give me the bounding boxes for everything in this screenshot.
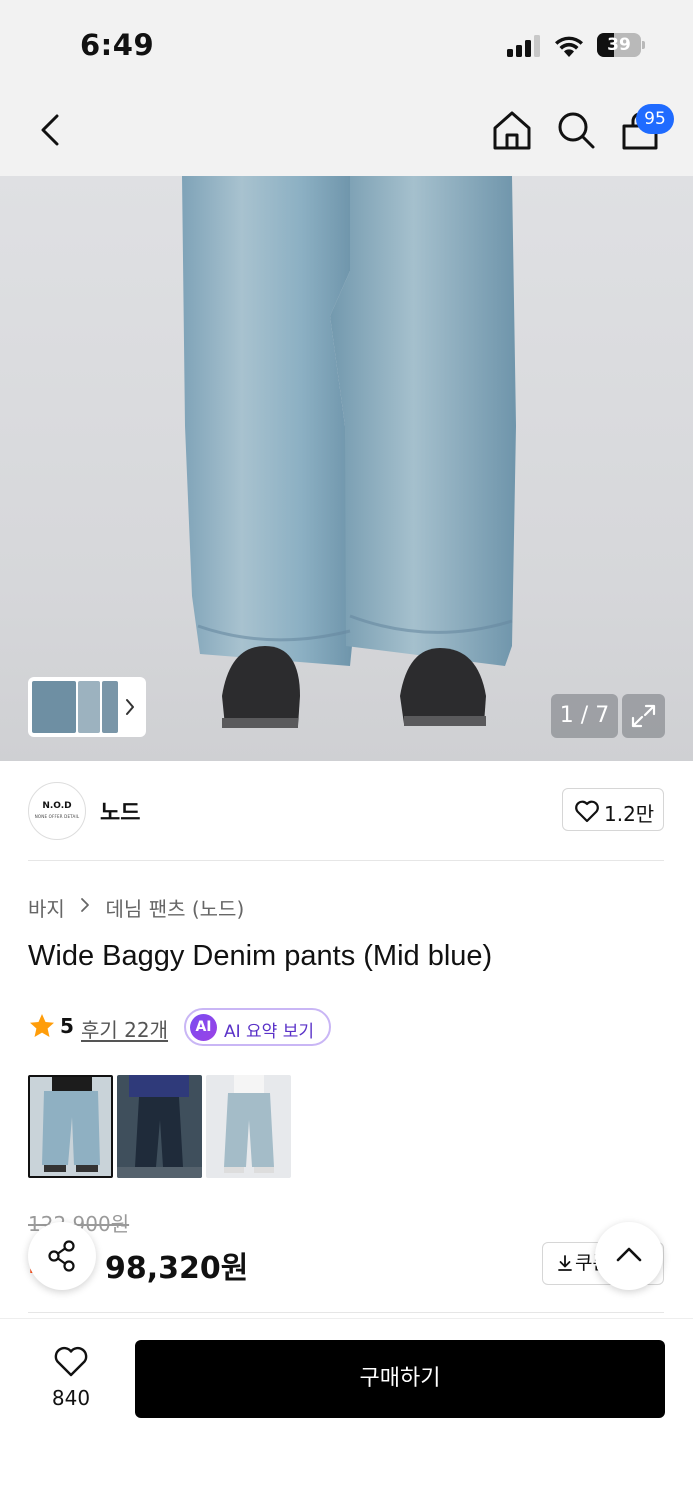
image-counter: 1 / 7 [551,694,618,738]
cart-count-badge: 95 [636,104,674,134]
buy-button[interactable]: 구매하기 [135,1340,665,1418]
ai-summary-button[interactable]: AI AI 요약 보기 [184,1008,331,1046]
share-icon [48,1240,75,1272]
variant-image [224,1075,274,1173]
heart-icon [575,800,599,823]
thumbnail-image[interactable] [102,681,118,733]
brand-like-button[interactable]: 1.2만 [562,788,664,831]
denim-pants-illustration [182,176,516,728]
product-image[interactable] [0,176,693,761]
thumbnail-strip[interactable] [28,677,146,737]
status-time: 6:49 [80,28,155,62]
ai-summary-label: AI 요약 보기 [224,1022,315,1042]
variant-image [117,1075,202,1178]
divider [28,1312,664,1313]
wifi-icon [555,36,583,57]
variant-image [42,1077,100,1172]
chevron-right-icon[interactable] [123,696,137,718]
battery-level: 39 [607,35,631,55]
scroll-to-top-button[interactable] [595,1222,663,1290]
thumbnail-image[interactable] [78,681,100,733]
heart-icon [54,1346,88,1377]
ai-icon: AI [190,1014,217,1041]
star-icon [30,1014,54,1037]
cellular-signal-icon [507,35,543,57]
battery-icon: 39 [597,33,645,57]
brand-like-count: 1.2만 [604,802,655,826]
variant-thumbnail[interactable] [117,1075,202,1178]
review-count-link[interactable]: 후기 22개 [81,1014,168,1043]
product-title: Wide Baggy Denim pants (Mid blue) [28,940,493,972]
home-icon[interactable] [490,108,534,152]
breadcrumb-item[interactable]: 바지 [28,897,65,921]
chevron-up-icon [616,1247,642,1262]
variant-thumbnail[interactable] [206,1075,291,1178]
download-icon [558,1255,572,1271]
expand-icon [631,704,656,728]
rating-value: 5 [60,1014,74,1038]
wishlist-button[interactable]: 840 [36,1340,106,1416]
rating-row: 5 후기 22개 AI AI 요약 보기 [28,1008,428,1046]
thumbnail-image[interactable] [32,681,76,733]
sale-price: 98,320원 [105,1251,249,1286]
brand-name[interactable]: 노드 [100,795,140,827]
wishlist-count: 840 [51,1386,91,1410]
divider [28,860,664,861]
breadcrumb-item[interactable]: 데님 팬츠 (노드) [106,897,245,921]
chevron-right-icon [81,898,90,912]
share-button[interactable] [28,1222,96,1290]
search-icon[interactable] [554,108,598,152]
variant-thumbnail[interactable] [28,1075,113,1178]
expand-button[interactable] [622,694,665,738]
chevron-left-icon[interactable] [30,108,74,152]
brand-logo[interactable]: N.O.D NONE OFFER DETAIL [28,782,86,840]
status-bar: 6:49 39 [0,0,693,88]
breadcrumb: 바지 데님 팬츠 (노드) [28,893,244,922]
